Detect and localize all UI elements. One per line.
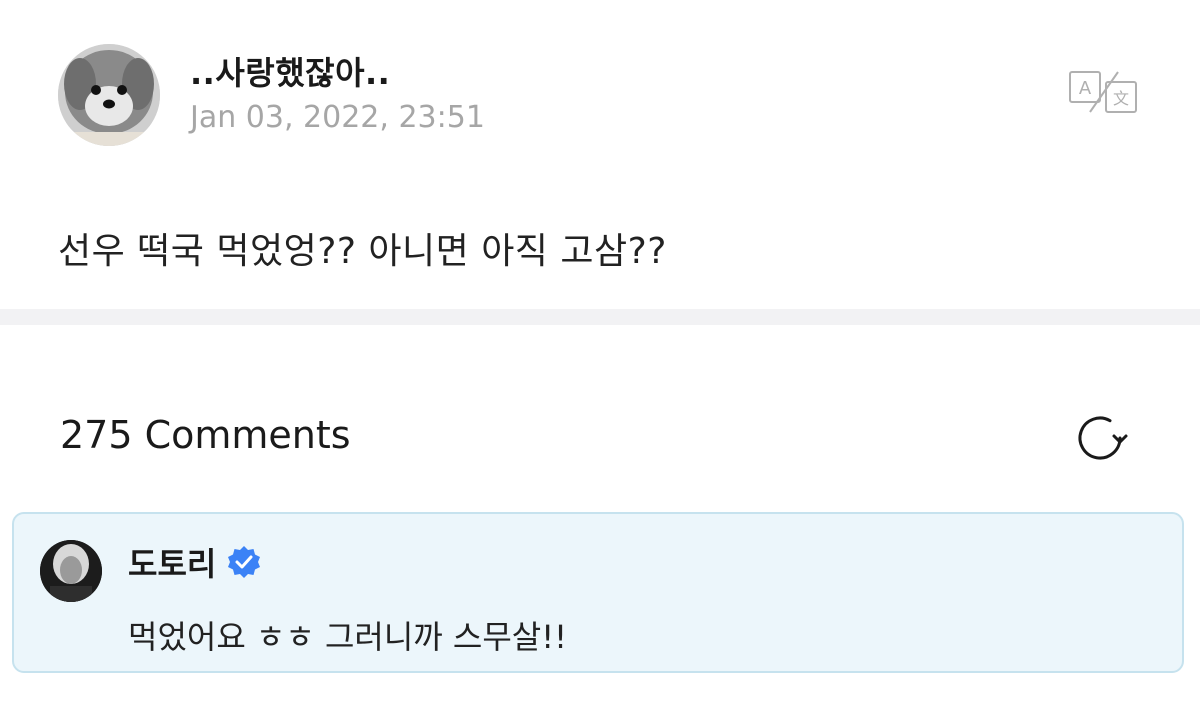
translate-button[interactable]: A 文 [1068,68,1140,116]
svg-text:A: A [1079,78,1092,99]
refresh-icon [1078,416,1128,460]
post-author-name[interactable]: ..사랑했잖아.. [190,48,390,94]
section-divider [0,309,1200,325]
post-header: ..사랑했잖아.. Jan 03, 2022, 23:51 A 文 [58,44,1148,148]
post-author-avatar[interactable] [58,44,160,146]
comment-author-name[interactable]: 도토리 [128,539,216,585]
comment-item[interactable]: 도토리 먹었어요 ㅎㅎ 그러니까 스무살!! [12,512,1184,673]
refresh-button[interactable] [1074,410,1130,466]
comment-author-avatar[interactable] [40,540,102,602]
post-timestamp: Jan 03, 2022, 23:51 [190,100,485,135]
comments-count: 275 Comments [60,413,351,457]
verified-badge-icon [228,546,261,578]
post-body-text: 선우 떡국 먹었엉?? 아니면 아직 고삼?? [58,231,667,272]
svg-text:文: 文 [1113,89,1129,108]
post-detail-page: ..사랑했잖아.. Jan 03, 2022, 23:51 A 文 선우 떡국 … [0,0,1200,707]
artist-avatar-image [40,540,102,602]
translate-icon: A 文 [1069,71,1137,113]
comment-text: 먹었어요 ㅎㅎ 그러니까 스무살!! [128,618,567,656]
dog-avatar-image [58,44,160,146]
comment-author-row: 도토리 [128,540,262,584]
